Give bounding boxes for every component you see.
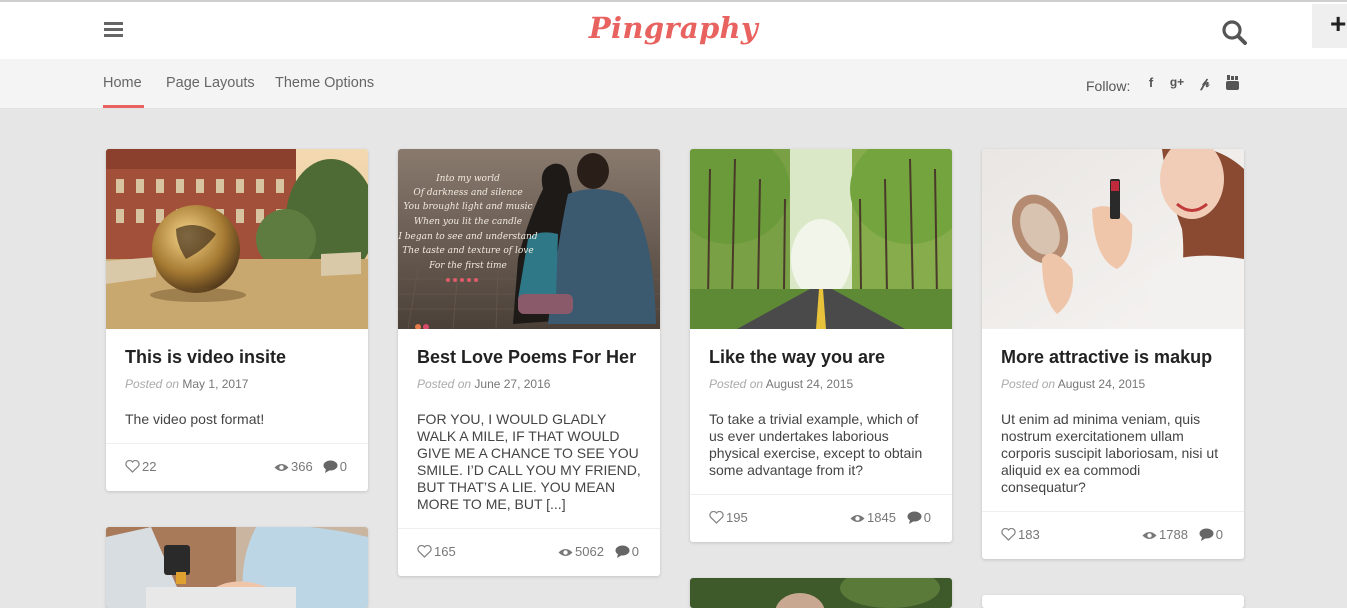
comment-button[interactable]: 0 [615,544,639,559]
comment-icon [907,511,922,524]
image-text-line: For the first time [428,261,507,271]
comment-icon [615,545,630,558]
nav-item-home[interactable]: Home [103,75,144,108]
like-button[interactable]: 183 [1001,527,1040,542]
posted-label: Posted on [709,377,764,391]
post-card-partial [690,578,952,608]
image-text-line: You brought light and music [404,202,533,212]
post-meta: Posted on August 24, 2015 [1001,377,1145,391]
post-thumbnail[interactable]: Into my world Of darkness and silence Yo… [398,149,660,330]
comment-button[interactable]: 0 [907,510,931,525]
like-count: 183 [1018,527,1040,542]
posted-label: Posted on [417,377,472,391]
post-meta: Posted on June 27, 2016 [417,377,550,391]
view-count: 1845 [867,510,896,525]
post-card: More attractive is makup Posted on Augus… [982,149,1244,559]
post-thumbnail[interactable] [690,149,952,329]
image-text-line: Into my world [435,174,500,184]
heart-icon [1001,527,1016,541]
comment-count: 0 [923,510,931,525]
view-count: 1788 [1159,527,1188,542]
view-count: 366 [291,459,313,474]
post-footer: 183 1788 0 [982,511,1244,559]
post-thumbnail[interactable] [690,578,952,608]
post-thumbnail[interactable] [106,149,368,329]
image-text-line: When you lit the candle [414,217,522,227]
comment-button[interactable]: 0 [323,459,347,474]
post-meta: Posted on August 24, 2015 [709,377,853,391]
image-text-line: Of darkness and silence [413,188,522,198]
view-stats: 366 [274,459,313,474]
eye-icon [1142,532,1157,539]
post-date: May 1, 2017 [182,377,249,391]
post-thumbnail[interactable] [982,149,1244,329]
comment-count: 0 [1215,527,1223,542]
eye-icon [850,515,865,522]
pinterest-icon[interactable]: 𝓅 [1197,75,1213,91]
heart-icon [125,459,140,473]
like-button[interactable]: 195 [709,510,748,525]
follow-label: Follow: [1086,78,1131,94]
post-card-partial [982,595,1244,608]
comment-icon [1199,528,1214,541]
comment-count: 0 [339,459,347,474]
post-footer: 165 5062 0 [398,528,660,576]
post-date: June 27, 2016 [474,377,551,391]
nav-item-page-layouts[interactable]: Page Layouts [166,75,255,91]
plus-button[interactable]: + [1312,4,1347,48]
post-thumbnail[interactable] [106,527,368,608]
plus-icon: + [1330,8,1347,39]
view-stats: 1788 [1142,527,1188,542]
post-card: Into my world Of darkness and silence Yo… [398,149,660,576]
eye-icon [558,549,573,556]
post-excerpt: FOR YOU, I WOULD GLADLY WALK A MILE, IF … [417,411,641,512]
post-date: August 24, 2015 [1057,377,1146,391]
post-title[interactable]: More attractive is makup [1001,347,1231,368]
heart-icon [709,510,724,524]
site-logo[interactable]: Pingraphy [0,11,1347,45]
comment-count: 0 [631,544,639,559]
eye-icon [274,464,289,471]
posted-label: Posted on [125,377,180,391]
like-count: 195 [726,510,748,525]
post-title[interactable]: Best Love Poems For Her [417,347,647,368]
search-icon[interactable] [1221,19,1247,45]
comment-button[interactable]: 0 [1199,527,1223,542]
post-footer: 22 366 0 [106,443,368,491]
post-title[interactable]: This is video insite [125,347,355,368]
post-meta: Posted on May 1, 2017 [125,377,248,391]
like-button[interactable]: 22 [125,459,156,474]
post-excerpt: To take a trivial example, which of us e… [709,411,923,478]
post-footer: 195 1845 0 [690,494,952,542]
image-text-line: I began to see and understand [398,232,538,242]
youtube-icon[interactable] [1224,75,1240,91]
like-count: 22 [142,459,157,474]
view-count: 5062 [575,544,604,559]
post-title[interactable]: Like the way you are [709,347,939,368]
like-button[interactable]: 165 [417,544,456,559]
post-excerpt: Ut enim ad minima veniam, quis nostrum e… [1001,411,1219,495]
nav-bar: Home Page Layouts Theme Options Follow: … [0,59,1347,109]
top-bar: Pingraphy [0,0,1347,59]
heart-icon [417,544,432,558]
google-plus-icon[interactable]: g+ [1169,75,1185,91]
post-date: August 24, 2015 [765,377,854,391]
nav-item-theme-options[interactable]: Theme Options [275,75,374,91]
image-text-line: The taste and texture of love [402,246,533,256]
like-count: 165 [434,544,456,559]
post-card-partial [106,527,368,608]
post-card: This is video insite Posted on May 1, 20… [106,149,368,491]
facebook-icon[interactable]: f [1143,75,1159,91]
posted-label: Posted on [1001,377,1056,391]
post-excerpt: The video post format! [125,411,265,427]
view-stats: 5062 [558,544,604,559]
comment-icon [323,460,338,473]
post-card: Like the way you are Posted on August 24… [690,149,952,542]
view-stats: 1845 [850,510,896,525]
